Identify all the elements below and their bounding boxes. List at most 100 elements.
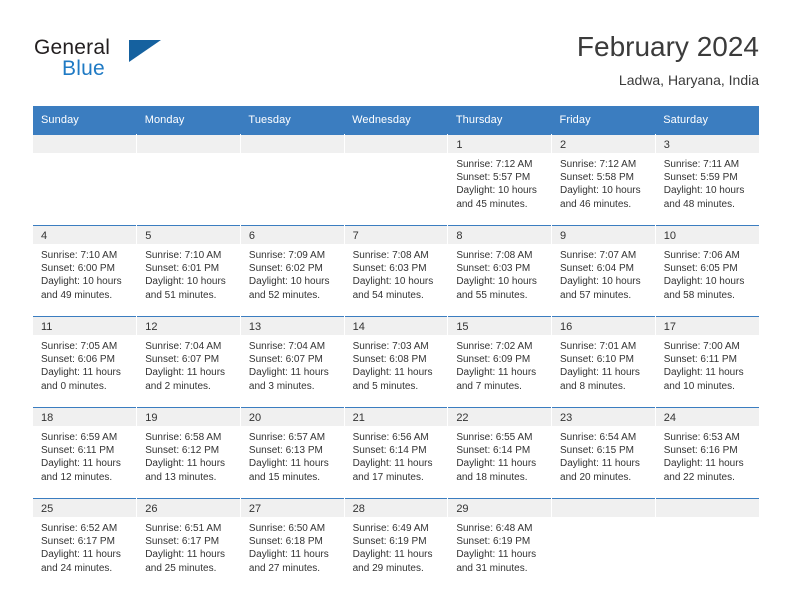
- day-cell-content[interactable]: 5 Sunrise: 7:10 AM Sunset: 6:01 PM Daylight…: [137, 226, 240, 316]
- page-header: General Blue February 2024 Ladwa, Haryan…: [0, 0, 792, 106]
- sunset-text: Sunset: 5:57 PM: [456, 172, 531, 184]
- daylight-text: Daylight: 11 hours and 13 minutes.: [145, 458, 226, 483]
- day-details: Sunrise: 7:04 AM Sunset: 6:07 PM Daylight:…: [241, 335, 344, 393]
- day-cell-content[interactable]: 7 Sunrise: 7:08 AM Sunset: 6:03 PM Daylight…: [344, 226, 448, 316]
- daylight-text: Daylight: 10 hours and 57 minutes.: [560, 276, 641, 301]
- day-details: Sunrise: 7:05 AM Sunset: 6:06 PM Daylight:…: [33, 335, 136, 393]
- sunset-text: Sunset: 5:59 PM: [663, 172, 738, 184]
- sunset-text: Sunset: 5:58 PM: [560, 172, 634, 184]
- day-cell-content[interactable]: 10 Sunrise: 7:06 AM Sunset: 6:05 PM Dayligh…: [655, 226, 759, 316]
- sunset-text: Sunset: 6:14 PM: [456, 445, 531, 457]
- sunrise-text: Sunrise: 7:07 AM: [560, 250, 637, 261]
- sunset-text: Sunset: 6:03 PM: [456, 263, 531, 275]
- day-cell-content[interactable]: 25 Sunrise: 6:52 AM Sunset: 6:17 PM Dayligh…: [33, 499, 137, 589]
- day-number: 2: [552, 135, 655, 153]
- day-cell-content[interactable]: 8 Sunrise: 7:08 AM Sunset: 6:03 PM Daylight…: [448, 226, 552, 316]
- day-cell-content[interactable]: 1 Sunrise: 7:12 AM Sunset: 5:57 PM Daylight…: [448, 135, 552, 225]
- daylight-text: Daylight: 11 hours and 8 minutes.: [560, 367, 640, 392]
- day-cell-content[interactable]: 15 Sunrise: 7:02 AM Sunset: 6:09 PM Dayligh…: [448, 317, 552, 407]
- sunset-text: Sunset: 6:04 PM: [560, 263, 634, 275]
- day-number: 9: [552, 226, 655, 244]
- day-details: Sunrise: 6:55 AM Sunset: 6:14 PM Daylight:…: [448, 426, 551, 484]
- daylight-text: Daylight: 11 hours and 29 minutes.: [352, 549, 433, 574]
- day-details: Sunrise: 7:00 AM Sunset: 6:11 PM Daylight:…: [656, 335, 759, 393]
- day-cell-content[interactable]: 18 Sunrise: 6:59 AM Sunset: 6:11 PM Dayligh…: [33, 408, 137, 498]
- calendar-day-cell: 8 Sunrise: 7:08 AM Sunset: 6:03 PM Daylight…: [447, 225, 553, 317]
- weekday-header-sunday: Sunday: [33, 106, 137, 135]
- sunset-text: Sunset: 6:10 PM: [560, 354, 634, 366]
- day-details: Sunrise: 6:57 AM Sunset: 6:13 PM Daylight:…: [241, 426, 344, 484]
- day-cell-content[interactable]: 20 Sunrise: 6:57 AM Sunset: 6:13 PM Dayligh…: [240, 408, 344, 498]
- sunrise-text: Sunrise: 6:51 AM: [145, 523, 222, 534]
- sunrise-text: Sunrise: 6:52 AM: [41, 523, 118, 534]
- sunrise-text: Sunrise: 6:55 AM: [456, 432, 533, 443]
- day-number: 21: [344, 408, 448, 426]
- logo-text-blue: Blue: [62, 57, 105, 80]
- day-cell-content[interactable]: 24 Sunrise: 6:53 AM Sunset: 6:16 PM Dayligh…: [655, 408, 759, 498]
- day-number: 11: [33, 317, 137, 335]
- day-cell-content[interactable]: 21 Sunrise: 6:56 AM Sunset: 6:14 PM Dayligh…: [344, 408, 448, 498]
- calendar-day-cell: 12 Sunrise: 7:04 AM Sunset: 6:07 PM Dayligh…: [136, 316, 241, 408]
- general-blue-logo[interactable]: General Blue: [34, 36, 214, 86]
- page-title: February 2024: [576, 31, 759, 62]
- calendar-day-cell-empty: [344, 134, 449, 226]
- day-details: Sunrise: 7:12 AM Sunset: 5:57 PM Daylight:…: [448, 153, 551, 211]
- calendar-day-cell: 19 Sunrise: 6:58 AM Sunset: 6:12 PM Dayligh…: [136, 407, 241, 499]
- sunset-text: Sunset: 6:17 PM: [145, 536, 220, 548]
- calendar-day-cell: 16 Sunrise: 7:01 AM Sunset: 6:10 PM Dayligh…: [551, 316, 656, 408]
- day-details: Sunrise: 6:58 AM Sunset: 6:12 PM Daylight:…: [137, 426, 240, 484]
- day-cell-content[interactable]: 12 Sunrise: 7:04 AM Sunset: 6:07 PM Dayligh…: [137, 317, 240, 407]
- daylight-text: Daylight: 10 hours and 49 minutes.: [41, 276, 122, 301]
- sunset-text: Sunset: 6:07 PM: [248, 354, 323, 366]
- day-cell-content[interactable]: 11 Sunrise: 7:05 AM Sunset: 6:06 PM Dayligh…: [33, 317, 137, 407]
- day-cell-content[interactable]: 29 Sunrise: 6:48 AM Sunset: 6:19 PM Dayligh…: [448, 499, 552, 589]
- day-number: 5: [137, 226, 240, 244]
- calendar-day-cell: 6 Sunrise: 7:09 AM Sunset: 6:02 PM Daylight…: [240, 225, 345, 317]
- day-number: 22: [448, 408, 552, 426]
- sunset-text: Sunset: 6:05 PM: [663, 263, 738, 275]
- daylight-text: Daylight: 10 hours and 55 minutes.: [456, 276, 537, 301]
- sunset-text: Sunset: 6:14 PM: [352, 445, 427, 457]
- day-cell-content[interactable]: 26 Sunrise: 6:51 AM Sunset: 6:17 PM Dayligh…: [137, 499, 240, 589]
- day-cell-content[interactable]: 6 Sunrise: 7:09 AM Sunset: 6:02 PM Daylight…: [240, 226, 344, 316]
- day-cell-content[interactable]: 3 Sunrise: 7:11 AM Sunset: 5:59 PM Daylight…: [655, 135, 759, 225]
- calendar-day-cell-empty: [136, 134, 241, 226]
- calendar-day-cell: 28 Sunrise: 6:49 AM Sunset: 6:19 PM Dayligh…: [344, 498, 449, 589]
- sunset-text: Sunset: 6:18 PM: [248, 536, 323, 548]
- day-cell-content[interactable]: 27 Sunrise: 6:50 AM Sunset: 6:18 PM Dayligh…: [240, 499, 344, 589]
- calendar-day-cell: 23 Sunrise: 6:54 AM Sunset: 6:15 PM Dayligh…: [551, 407, 656, 499]
- day-number: 7: [344, 226, 448, 244]
- daylight-text: Daylight: 11 hours and 3 minutes.: [248, 367, 329, 392]
- day-cell-content[interactable]: 16 Sunrise: 7:01 AM Sunset: 6:10 PM Dayligh…: [552, 317, 655, 407]
- sunrise-text: Sunrise: 6:53 AM: [663, 432, 740, 443]
- day-cell-content[interactable]: 2 Sunrise: 7:12 AM Sunset: 5:58 PM Daylight…: [552, 135, 655, 225]
- day-cell-content[interactable]: 19 Sunrise: 6:58 AM Sunset: 6:12 PM Dayligh…: [137, 408, 240, 498]
- sunset-text: Sunset: 6:06 PM: [41, 354, 115, 366]
- calendar-week-row: 4 Sunrise: 7:10 AM Sunset: 6:00 PM Daylight…: [33, 225, 759, 317]
- day-cell-content[interactable]: 23 Sunrise: 6:54 AM Sunset: 6:15 PM Dayligh…: [552, 408, 655, 498]
- calendar-day-cell: 7 Sunrise: 7:08 AM Sunset: 6:03 PM Daylight…: [344, 225, 449, 317]
- daylight-text: Daylight: 11 hours and 17 minutes.: [352, 458, 433, 483]
- day-number: [240, 135, 344, 153]
- day-cell-content[interactable]: 9 Sunrise: 7:07 AM Sunset: 6:04 PM Daylight…: [552, 226, 655, 316]
- day-cell-content[interactable]: 28 Sunrise: 6:49 AM Sunset: 6:19 PM Dayligh…: [344, 499, 448, 589]
- day-number: 15: [448, 317, 552, 335]
- day-number: 10: [655, 226, 759, 244]
- day-cell-content[interactable]: 14 Sunrise: 7:03 AM Sunset: 6:08 PM Dayligh…: [344, 317, 448, 407]
- day-details: Sunrise: 7:08 AM Sunset: 6:03 PM Daylight:…: [345, 244, 448, 302]
- day-cell-content[interactable]: 4 Sunrise: 7:10 AM Sunset: 6:00 PM Daylight…: [33, 226, 137, 316]
- daylight-text: Daylight: 11 hours and 18 minutes.: [456, 458, 537, 483]
- day-details: Sunrise: 7:12 AM Sunset: 5:58 PM Daylight:…: [552, 153, 655, 211]
- day-cell-content[interactable]: 13 Sunrise: 7:04 AM Sunset: 6:07 PM Dayligh…: [240, 317, 344, 407]
- daylight-text: Daylight: 11 hours and 12 minutes.: [41, 458, 121, 483]
- calendar-week-row: 1 Sunrise: 7:12 AM Sunset: 5:57 PM Daylight…: [33, 134, 759, 226]
- sunrise-text: Sunrise: 6:57 AM: [248, 432, 326, 443]
- day-number: 4: [33, 226, 137, 244]
- day-cell-content[interactable]: 17 Sunrise: 7:00 AM Sunset: 6:11 PM Dayligh…: [655, 317, 759, 407]
- calendar-day-cell: 5 Sunrise: 7:10 AM Sunset: 6:01 PM Daylight…: [136, 225, 241, 317]
- day-number: 17: [655, 317, 759, 335]
- calendar-day-cell: 25 Sunrise: 6:52 AM Sunset: 6:17 PM Dayligh…: [33, 498, 138, 589]
- daylight-text: Daylight: 11 hours and 5 minutes.: [352, 367, 433, 392]
- calendar-day-cell: 10 Sunrise: 7:06 AM Sunset: 6:05 PM Dayligh…: [655, 225, 759, 317]
- day-cell-content[interactable]: 22 Sunrise: 6:55 AM Sunset: 6:14 PM Dayligh…: [448, 408, 552, 498]
